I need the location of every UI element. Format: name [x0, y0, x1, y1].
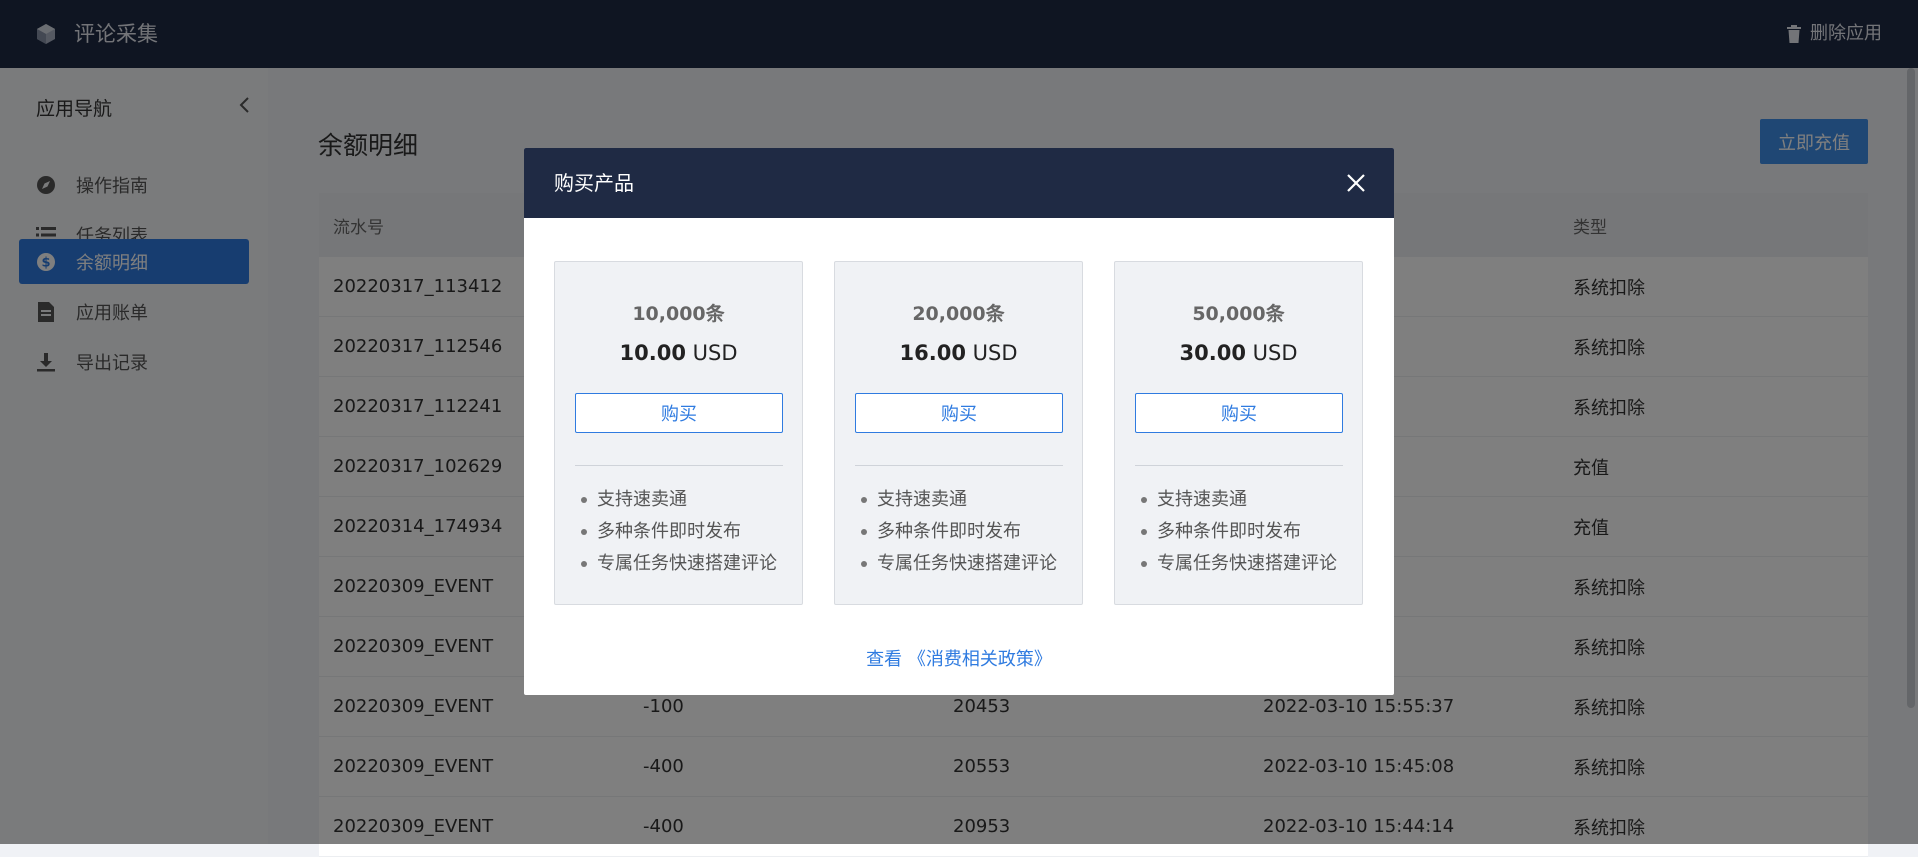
consumption-policy-link[interactable]: 查看 《消费相关政策》: [524, 645, 1394, 671]
feature-item: 专属任务快速搭建评论: [855, 548, 1057, 580]
price-amount: 10.00: [619, 341, 686, 365]
price-amount: 16.00: [899, 341, 966, 365]
buy-button[interactable]: 购买: [1135, 393, 1343, 433]
plan-card-50000: 50,000条 30.00 USD 购买 支持速卖通 多种条件即时发布 专属任务…: [1114, 261, 1363, 605]
feature-text: 支持速卖通: [1157, 489, 1247, 510]
plan-quantity: 10,000条: [632, 303, 725, 325]
bullet-icon: [581, 497, 587, 503]
feature-item: 多种条件即时发布: [575, 516, 777, 548]
feature-item: 多种条件即时发布: [855, 516, 1057, 548]
plan-quantity: 20,000条: [912, 303, 1005, 325]
divider: [575, 465, 783, 466]
price-currency: USD: [972, 341, 1018, 365]
modal-title: 购买产品: [554, 171, 634, 195]
bullet-icon: [861, 497, 867, 503]
bullet-icon: [581, 561, 587, 567]
feature-text: 支持速卖通: [597, 489, 687, 510]
price-currency: USD: [692, 341, 738, 365]
plan-price: 16.00 USD: [835, 341, 1082, 365]
feature-item: 多种条件即时发布: [1135, 516, 1337, 548]
feature-item: 支持速卖通: [1135, 484, 1337, 516]
feature-item: 支持速卖通: [575, 484, 777, 516]
feature-list: 支持速卖通 多种条件即时发布 专属任务快速搭建评论: [855, 484, 1057, 580]
bullet-icon: [581, 529, 587, 535]
bullet-icon: [1141, 561, 1147, 567]
feature-text: 多种条件即时发布: [1157, 521, 1301, 542]
price-currency: USD: [1252, 341, 1298, 365]
buy-button[interactable]: 购买: [575, 393, 783, 433]
bullet-icon: [861, 561, 867, 567]
price-amount: 30.00: [1179, 341, 1246, 365]
bullet-icon: [861, 529, 867, 535]
feature-item: 专属任务快速搭建评论: [575, 548, 777, 580]
feature-text: 专属任务快速搭建评论: [1157, 553, 1337, 574]
feature-text: 多种条件即时发布: [597, 521, 741, 542]
close-icon[interactable]: [1346, 173, 1366, 193]
feature-text: 多种条件即时发布: [877, 521, 1021, 542]
feature-text: 支持速卖通: [877, 489, 967, 510]
feature-list: 支持速卖通 多种条件即时发布 专属任务快速搭建评论: [575, 484, 777, 580]
plan-price: 30.00 USD: [1115, 341, 1362, 365]
purchase-modal: 购买产品 10,000条 10.00 USD 购买 支持速卖通 多种条件即时发布…: [524, 148, 1394, 695]
feature-item: 专属任务快速搭建评论: [1135, 548, 1337, 580]
plan-price: 10.00 USD: [555, 341, 802, 365]
modal-header: 购买产品: [524, 148, 1394, 218]
buy-button[interactable]: 购买: [855, 393, 1063, 433]
feature-list: 支持速卖通 多种条件即时发布 专属任务快速搭建评论: [1135, 484, 1337, 580]
divider: [855, 465, 1063, 466]
feature-text: 专属任务快速搭建评论: [597, 553, 777, 574]
feature-item: 支持速卖通: [855, 484, 1057, 516]
plan-quantity: 50,000条: [1192, 303, 1285, 325]
divider: [1135, 465, 1343, 466]
bullet-icon: [1141, 529, 1147, 535]
plan-card-10000: 10,000条 10.00 USD 购买 支持速卖通 多种条件即时发布 专属任务…: [554, 261, 803, 605]
plan-card-20000: 20,000条 16.00 USD 购买 支持速卖通 多种条件即时发布 专属任务…: [834, 261, 1083, 605]
bullet-icon: [1141, 497, 1147, 503]
feature-text: 专属任务快速搭建评论: [877, 553, 1057, 574]
